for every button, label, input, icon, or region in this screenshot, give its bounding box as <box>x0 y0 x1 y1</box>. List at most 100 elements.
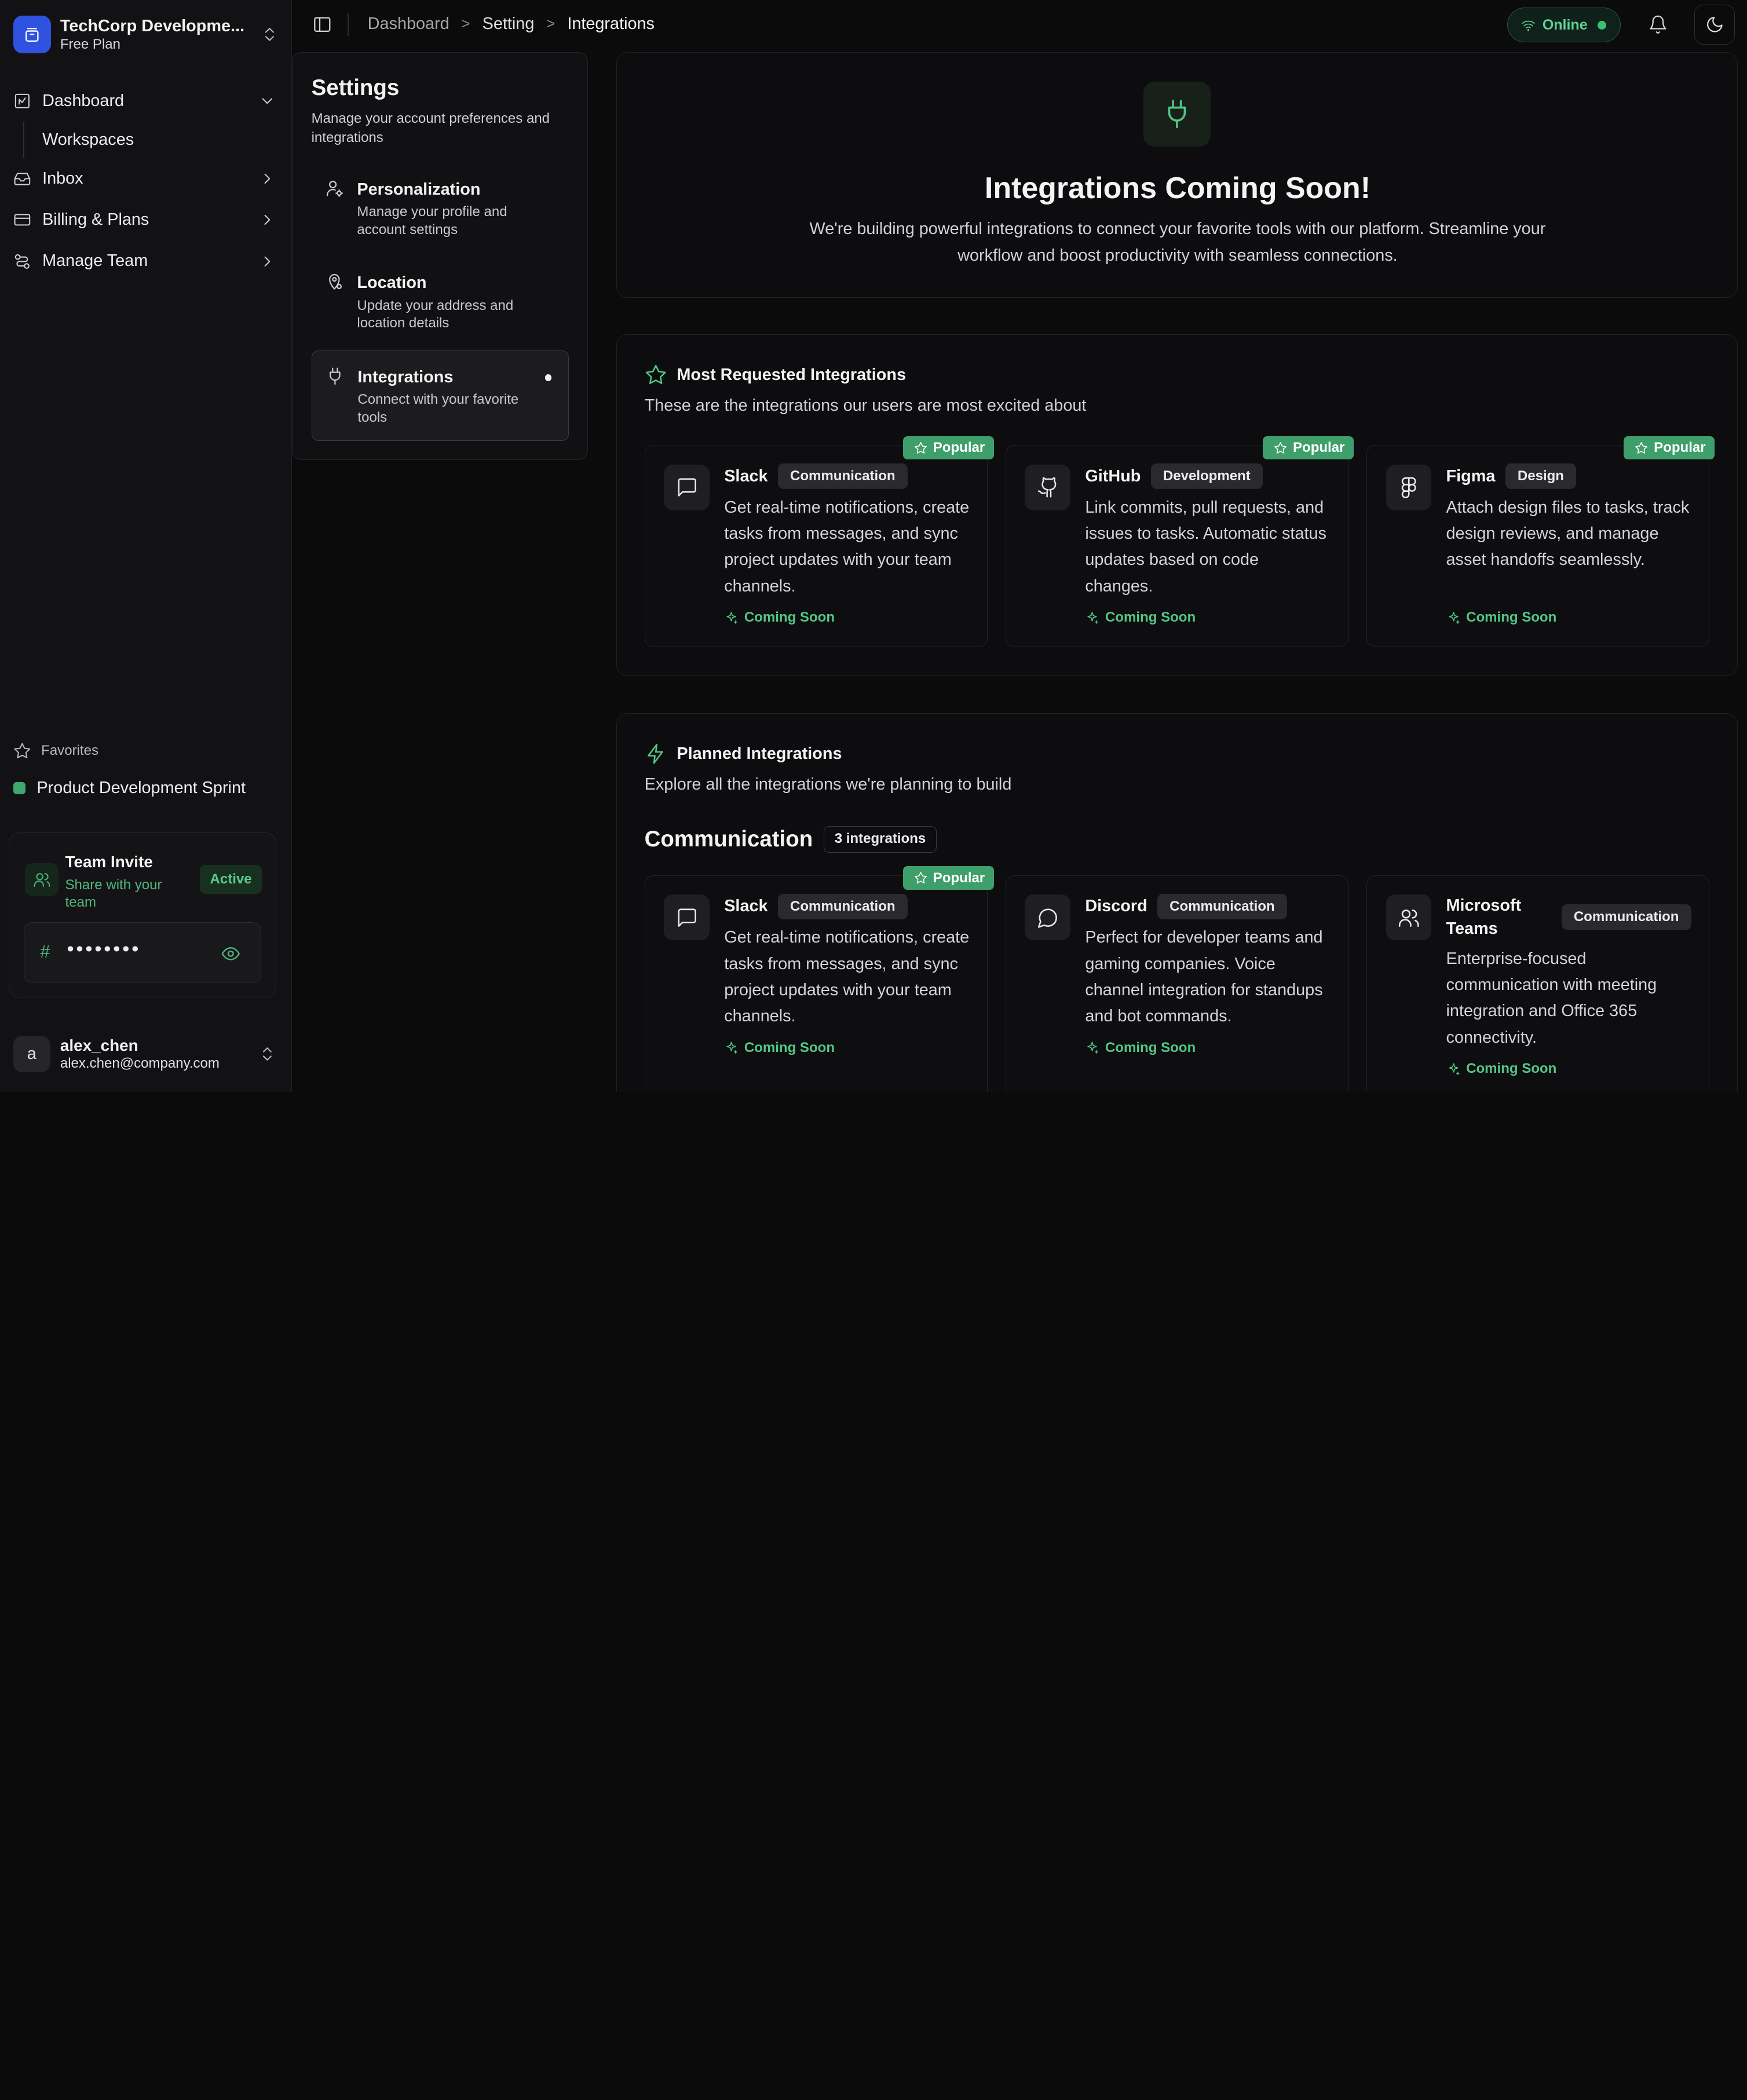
most-requested-section: Most Requested Integrations These are th… <box>616 334 1738 677</box>
breadcrumb-separator: > <box>461 16 470 32</box>
settings-item-title: Integrations <box>357 367 454 386</box>
integration-card-slack[interactable]: Slack Communication Get real-time notifi… <box>644 445 988 647</box>
sidebar-nav: Dashboard Workspaces Inbox Billing & Pla… <box>0 80 292 282</box>
breadcrumb-separator: > <box>546 16 555 32</box>
integration-description: Get real-time notifications, create task… <box>724 928 970 1026</box>
star-icon <box>645 364 667 386</box>
user-email: alex.chen@company.com <box>60 1055 220 1071</box>
sidebar-item-inbox[interactable]: Inbox <box>0 158 292 199</box>
breadcrumb: Dashboard > Setting > Integrations <box>368 14 655 34</box>
integration-name: Microsoft Teams <box>1446 896 1522 938</box>
hash-icon: # <box>40 941 50 962</box>
figma-icon <box>1386 465 1432 510</box>
dashboard-icon <box>13 92 34 110</box>
settings-panel: Settings Manage your account preferences… <box>291 52 589 461</box>
team-route-icon <box>13 253 34 271</box>
integration-card-slack[interactable]: Slack Communication Get real-time notifi… <box>644 875 988 1092</box>
sidebar-item-workspaces[interactable]: Workspaces <box>0 121 292 159</box>
integration-name: Slack <box>724 897 768 916</box>
popular-label: Popular <box>933 440 985 456</box>
plug-icon <box>1143 82 1211 147</box>
chevrons-up-down-icon <box>261 25 279 43</box>
section-subtitle: These are the integrations our users are… <box>644 396 1087 415</box>
integration-name: GitHub <box>1085 466 1141 485</box>
top-bar: Dashboard > Setting > Integrations Onlin… <box>292 0 1747 51</box>
category-count-badge: 3 integrations <box>824 826 937 853</box>
favorite-item[interactable]: Product Development Sprint <box>13 779 246 798</box>
breadcrumb-setting[interactable]: Setting <box>483 14 535 34</box>
message-circle-icon <box>1025 894 1071 941</box>
settings-description: Manage your account preferences and inte… <box>311 111 550 146</box>
coming-soon-label: Coming Soon <box>1466 609 1557 626</box>
section-header: Most Requested Integrations <box>645 364 906 386</box>
workspace-logo-icon <box>13 15 52 54</box>
popular-badge: Popular <box>1263 436 1354 460</box>
sidebar-item-label: Billing & Plans <box>42 210 149 229</box>
sparkles-icon <box>1085 611 1099 625</box>
popular-badge: Popular <box>902 436 994 460</box>
settings-title: Settings <box>311 75 400 100</box>
sidebar-item-manage-team[interactable]: Manage Team <box>0 240 292 282</box>
eye-icon[interactable] <box>221 944 241 964</box>
sparkles-icon <box>724 611 739 625</box>
integration-name: Slack <box>724 466 768 485</box>
team-invite-title: Team Invite <box>65 853 153 871</box>
inbox-icon <box>13 170 34 188</box>
sidebar-item-billing[interactable]: Billing & Plans <box>0 199 292 240</box>
breadcrumb-dashboard[interactable]: Dashboard <box>368 14 449 34</box>
planned-integrations-section: Planned Integrations Explore all the int… <box>616 713 1738 1092</box>
integration-card-microsoft-teams[interactable]: Microsoft Teams Communication Enterprise… <box>1366 875 1710 1092</box>
coming-soon-label: Coming Soon <box>1466 1061 1557 1077</box>
message-square-icon <box>664 465 710 510</box>
online-status-pill: Online <box>1507 8 1621 43</box>
settings-item-integrations[interactable]: Integrations Connect with your favorite … <box>311 350 569 441</box>
integration-name: Figma <box>1446 466 1496 485</box>
moon-icon <box>1705 15 1724 34</box>
settings-item-title: Location <box>357 273 427 293</box>
settings-item-subtitle: Connect with your favorite tools <box>357 392 519 425</box>
sidebar-toggle-icon[interactable] <box>312 14 332 35</box>
team-invite-card: Team Invite Share with your team Active … <box>9 832 276 999</box>
integration-card-discord[interactable]: Discord Communication Perfect for develo… <box>1005 875 1349 1092</box>
sparkles-icon <box>1446 1062 1461 1076</box>
section-header: Planned Integrations <box>645 743 842 765</box>
category-header: Communication 3 integrations <box>645 826 937 853</box>
star-icon <box>13 742 31 760</box>
coming-soon-status: Coming Soon <box>724 609 835 626</box>
sidebar-item-dashboard[interactable]: Dashboard <box>0 80 292 121</box>
integration-card-github[interactable]: GitHub Development Link commits, pull re… <box>1005 445 1349 647</box>
sidebar: TechCorp Developme... Free Plan Dashboar… <box>0 0 292 1092</box>
users-icon <box>1386 894 1432 941</box>
favorites-heading: Favorites <box>13 742 98 760</box>
user-menu[interactable]: a alex_chen alex.chen@company.com <box>13 1034 276 1074</box>
sidebar-item-label: Dashboard <box>42 91 125 110</box>
message-square-icon <box>664 894 710 941</box>
workspace-switcher[interactable]: TechCorp Developme... Free Plan <box>13 14 279 54</box>
map-pin-icon <box>325 272 344 291</box>
chevrons-up-down-icon <box>258 1045 276 1063</box>
coming-soon-status: Coming Soon <box>1085 609 1196 626</box>
settings-item-title: Personalization <box>357 180 481 199</box>
settings-item-personalization[interactable]: Personalization Manage your profile and … <box>312 163 569 254</box>
invite-code-field[interactable]: # •••••••• <box>24 922 262 984</box>
integration-description: Attach design files to tasks, track desi… <box>1446 498 1690 569</box>
workspace-name: TechCorp Developme... <box>60 16 245 35</box>
settings-item-location[interactable]: Location Update your address and locatio… <box>312 257 569 347</box>
settings-item-subtitle: Manage your profile and account settings <box>357 204 507 238</box>
active-indicator-dot <box>544 374 552 381</box>
chevron-right-icon <box>258 170 276 188</box>
integration-card-figma[interactable]: Figma Design Attach design files to task… <box>1366 445 1710 647</box>
coming-soon-label: Coming Soon <box>744 609 835 626</box>
sparkles-icon <box>724 1040 739 1055</box>
plug-icon <box>326 367 345 386</box>
sparkles-icon <box>1446 611 1461 625</box>
workspace-plan: Free Plan <box>60 36 121 52</box>
star-icon <box>914 441 927 455</box>
theme-toggle-button[interactable] <box>1694 4 1735 45</box>
favorites-label: Favorites <box>41 743 98 759</box>
integration-description: Enterprise-focused communication with me… <box>1446 949 1657 1047</box>
coming-soon-label: Coming Soon <box>1105 609 1196 626</box>
bell-icon[interactable] <box>1648 14 1668 35</box>
popular-label: Popular <box>1654 440 1706 456</box>
online-dot <box>1597 20 1607 30</box>
